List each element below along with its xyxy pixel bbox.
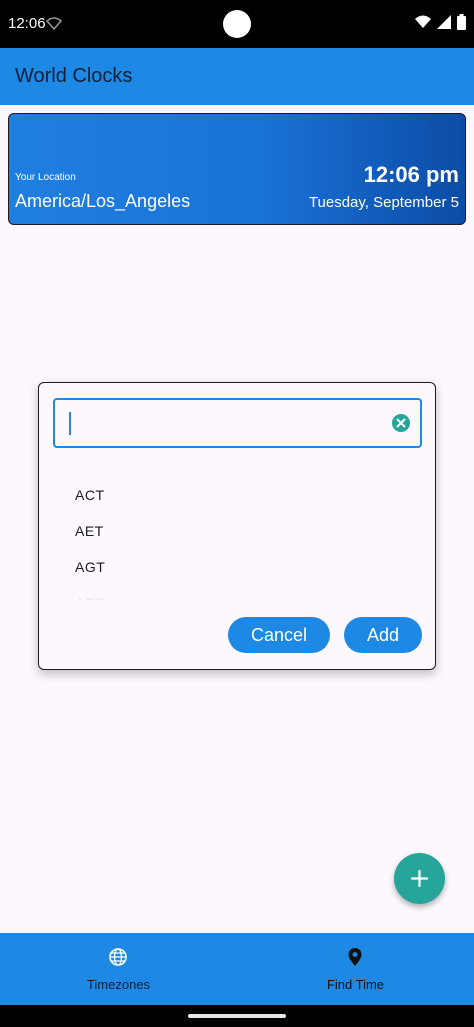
- add-timezone-fab[interactable]: [394, 853, 445, 904]
- add-timezone-dialog: ACT AET AGT ART Cancel Add: [38, 382, 436, 670]
- timezone-option[interactable]: ART: [75, 591, 375, 601]
- location-label: Your Location: [15, 172, 76, 183]
- nav-label-find-time: Find Time: [326, 977, 385, 992]
- globe-icon: [109, 948, 127, 966]
- wifi-icon: [415, 15, 431, 28]
- your-location-card[interactable]: Your Location America/Los_Angeles 12:06 …: [8, 113, 466, 225]
- clear-icon[interactable]: [392, 414, 410, 432]
- status-time: 12:06: [8, 15, 46, 32]
- location-pin-icon: [348, 948, 362, 966]
- battery-icon: [457, 14, 466, 30]
- timezone-option[interactable]: ACT: [75, 483, 375, 519]
- nav-item-find-time[interactable]: Find Time: [237, 933, 474, 1005]
- timezone-list[interactable]: ACT AET AGT ART: [75, 483, 375, 601]
- location-date: Tuesday, September 5: [308, 194, 459, 211]
- bottom-navigation: Timezones Find Time: [0, 933, 474, 1005]
- plus-icon: [410, 869, 429, 888]
- gesture-navigation-area: [0, 1005, 474, 1027]
- nav-item-timezones[interactable]: Timezones: [0, 933, 237, 1005]
- home-gesture-handle[interactable]: [188, 1014, 286, 1018]
- location-timezone: America/Los_Angeles: [15, 191, 191, 211]
- app-title: World Clocks: [15, 65, 133, 87]
- timezone-search-box[interactable]: [53, 398, 422, 448]
- nav-label-timezones: Timezones: [86, 977, 151, 992]
- status-bar: 12:06: [0, 0, 474, 48]
- timezone-option[interactable]: AGT: [75, 555, 375, 591]
- add-button[interactable]: Add: [344, 617, 422, 653]
- camera-cutout: [223, 10, 251, 38]
- timezone-search-input[interactable]: [67, 410, 377, 436]
- timezone-option[interactable]: AET: [75, 519, 375, 555]
- status-icons: [415, 14, 466, 30]
- location-time: 12:06 pm: [363, 162, 459, 187]
- cancel-button[interactable]: Cancel: [228, 617, 330, 653]
- wifi-icon: [46, 17, 62, 30]
- app-bar: World Clocks: [0, 48, 474, 105]
- signal-icon: [437, 15, 451, 29]
